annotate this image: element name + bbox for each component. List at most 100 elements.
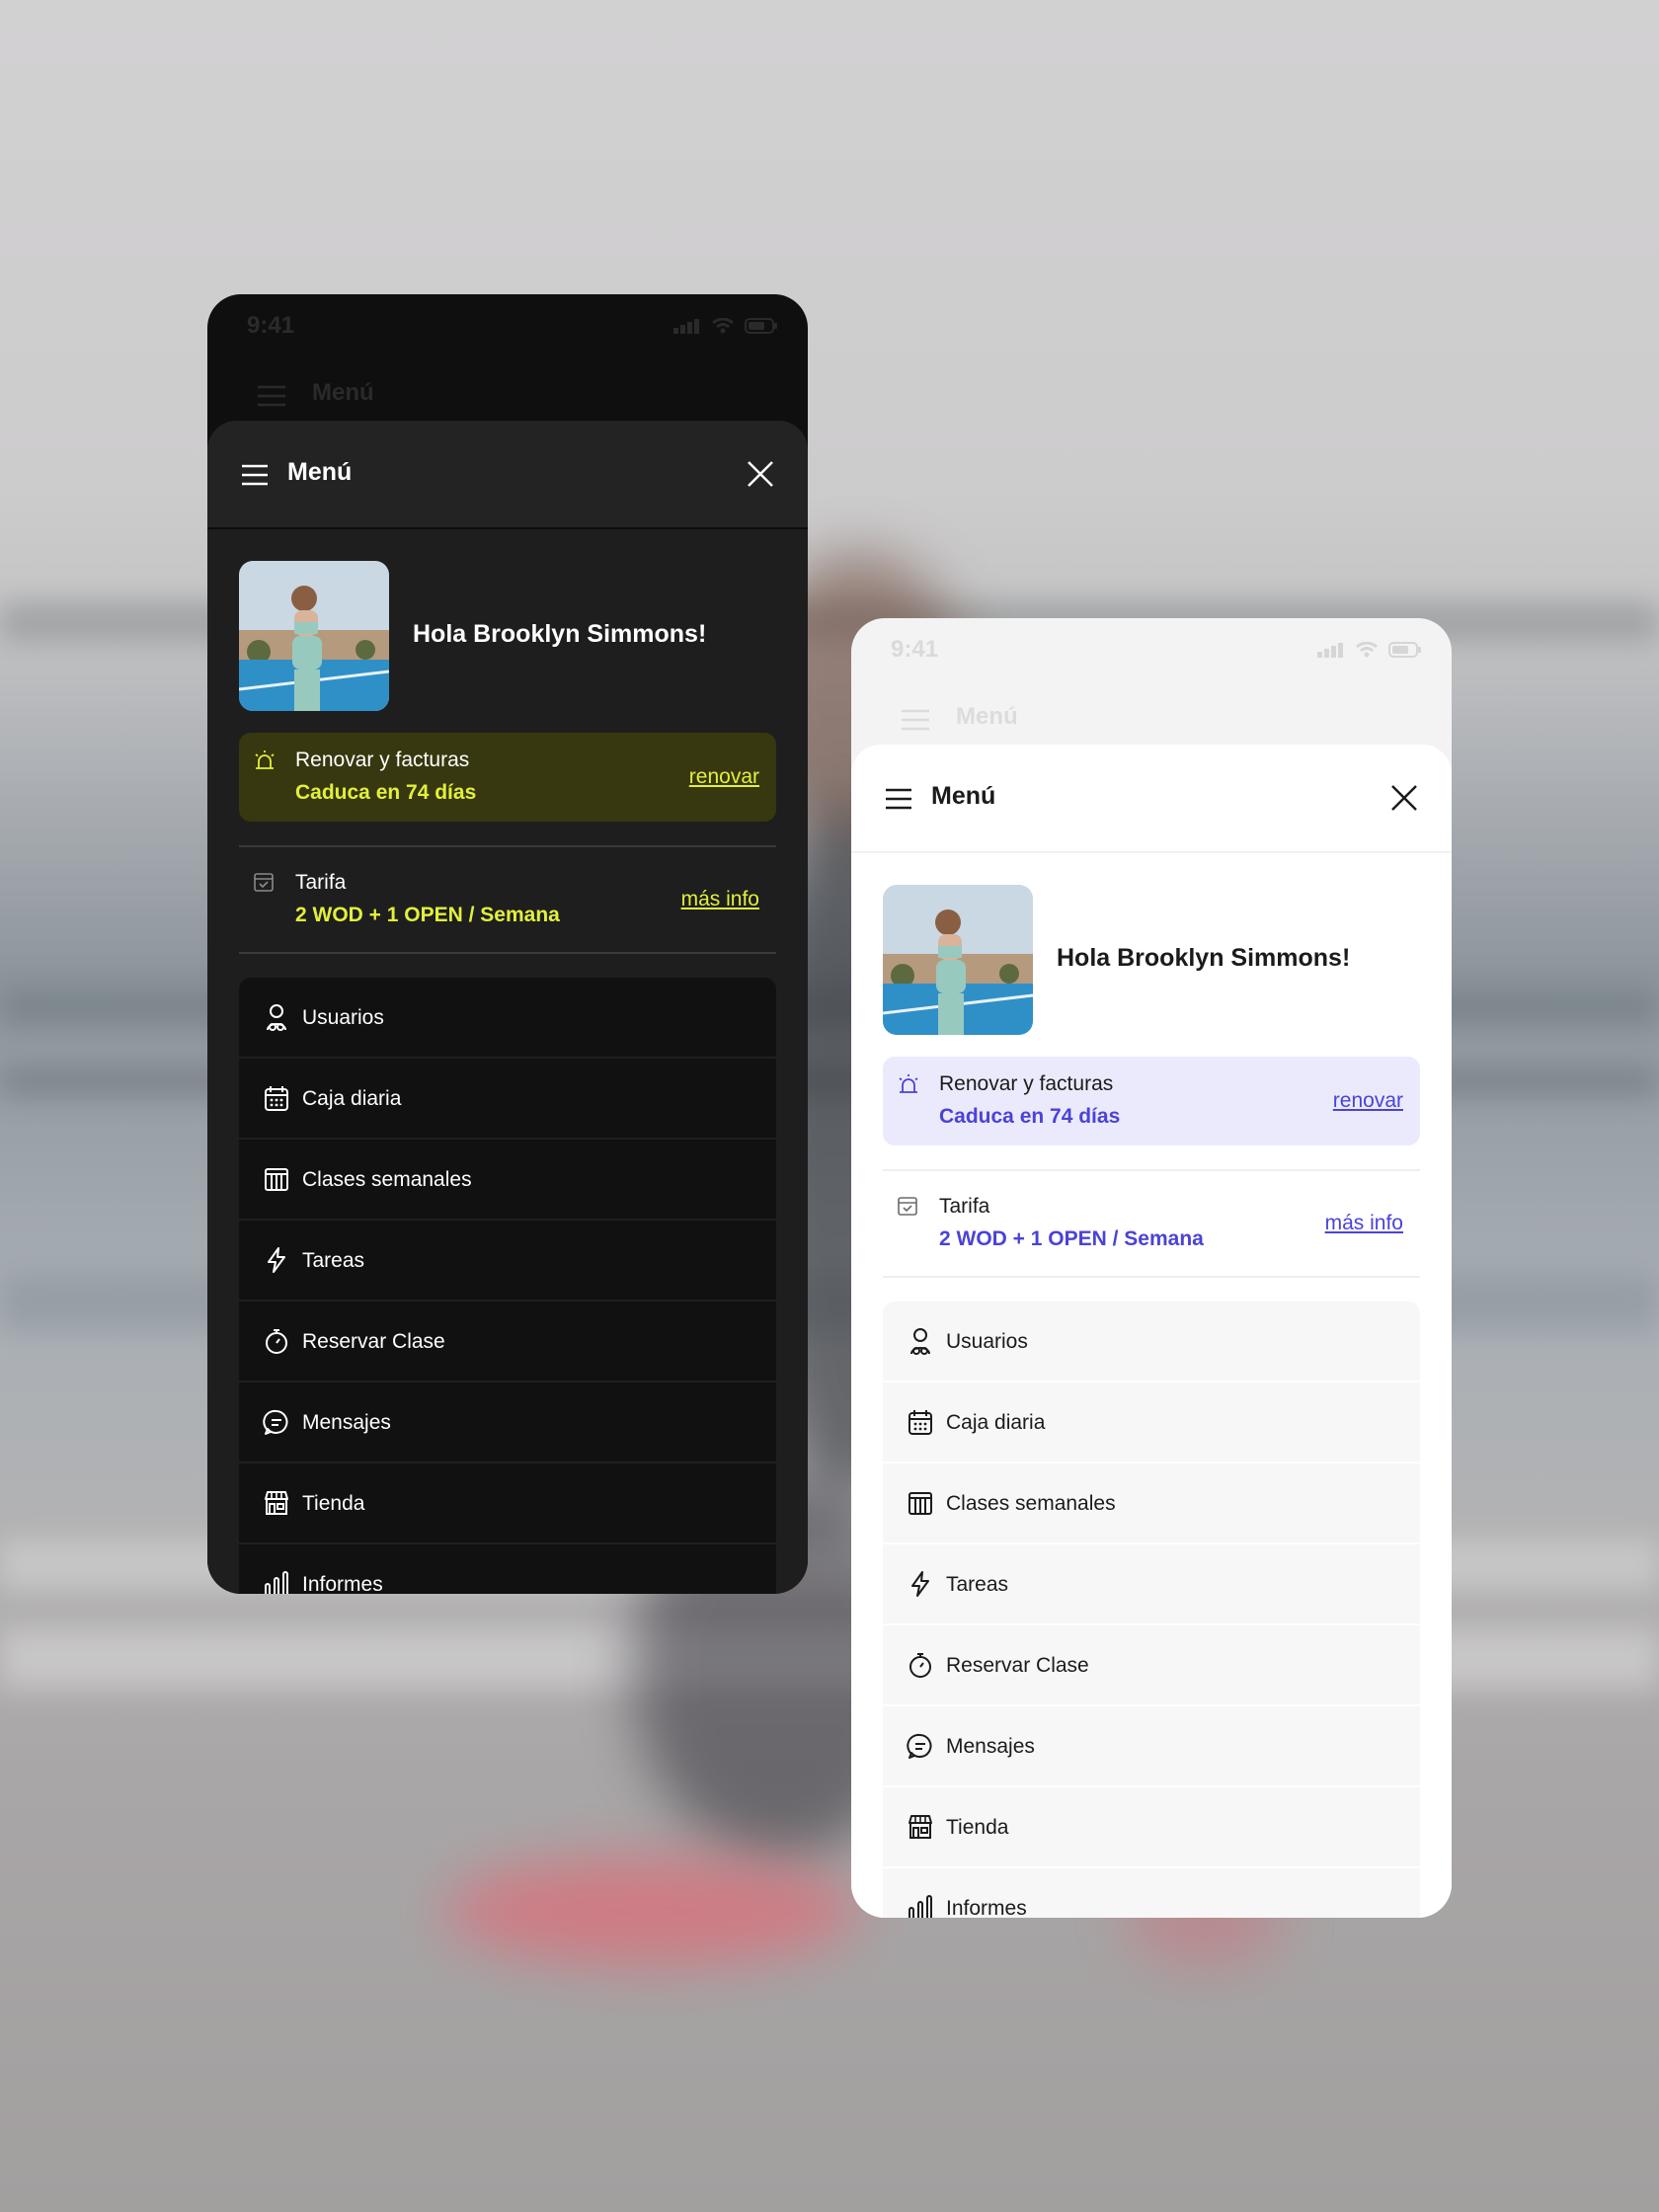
menu-title: Menú: [931, 782, 996, 810]
greeting: Hola Brooklyn Simmons!: [413, 620, 707, 648]
nav-label: Caja diaria: [946, 1411, 1046, 1434]
nav-label: Tienda: [946, 1816, 1009, 1839]
close-icon[interactable]: [747, 460, 774, 488]
nav-list: Usuarios Caja diaria Clases semanales Ta…: [239, 978, 776, 1594]
battery-icon: [1388, 642, 1421, 658]
status-bar: 9:41: [851, 618, 1452, 683]
menu-sheet: Menú Hola Brooklyn Simmons! Renovar y fa…: [207, 421, 808, 1594]
divider: [883, 1169, 1420, 1171]
calendar-columns-icon: [265, 1168, 288, 1191]
background-title: Menú: [312, 379, 374, 406]
user-icon: [910, 1328, 930, 1355]
background-header: Menú: [851, 693, 1452, 743]
close-icon[interactable]: [1390, 784, 1418, 812]
calendar-columns-icon: [908, 1492, 932, 1515]
background-title: Menú: [956, 703, 1018, 730]
stopwatch-icon: [266, 1329, 287, 1354]
tariff-row: Tarifa 2 WOD + 1 OPEN / Semana más info: [883, 1179, 1420, 1268]
nav-item-caja-diaria[interactable]: Caja diaria: [239, 1059, 776, 1140]
lightning-icon: [268, 1247, 285, 1273]
dark-phone-screen: 9:41 Menú Menú Hola Brooklyn Simmons! Re…: [207, 294, 808, 1594]
background-header: Menú: [207, 369, 808, 419]
divider: [239, 845, 776, 847]
stopwatch-icon: [909, 1653, 931, 1678]
calendar-check-icon: [254, 873, 274, 892]
avatar[interactable]: [883, 885, 1033, 1035]
nav-label: Caja diaria: [302, 1087, 402, 1110]
wifi-icon: [1356, 642, 1378, 658]
nav-label: Reservar Clase: [302, 1330, 445, 1353]
status-time: 9:41: [891, 636, 939, 663]
calendar-check-icon: [898, 1197, 917, 1216]
menu-title: Menú: [287, 458, 353, 486]
sheet-header: Menú: [851, 745, 1452, 853]
nav-label: Reservar Clase: [946, 1654, 1089, 1677]
nav-item-clases-semanales[interactable]: Clases semanales: [883, 1463, 1420, 1544]
battery-icon: [745, 318, 777, 334]
alert-expiry: Caduca en 74 días: [939, 1105, 1121, 1128]
nav-item-tienda[interactable]: Tienda: [883, 1787, 1420, 1868]
nav-item-informes[interactable]: Informes: [883, 1868, 1420, 1918]
nav-label: Usuarios: [946, 1330, 1028, 1353]
divider: [239, 952, 776, 954]
nav-item-clases-semanales[interactable]: Clases semanales: [239, 1140, 776, 1221]
alert-expiry: Caduca en 74 días: [295, 781, 477, 804]
bar-chart-icon: [908, 1895, 932, 1918]
alert-title: Renovar y facturas: [939, 1072, 1114, 1095]
nav-item-informes[interactable]: Informes: [239, 1544, 776, 1594]
more-info-link[interactable]: más info: [1325, 1212, 1403, 1235]
nav-label: Clases semanales: [946, 1492, 1116, 1515]
hamburger-icon: [258, 385, 285, 407]
avatar[interactable]: [239, 561, 389, 711]
light-phone-screen: 9:41 Menú Menú Hola Brooklyn Simmons! Re…: [851, 618, 1452, 1918]
renewal-alert: Renovar y facturas Caduca en 74 días ren…: [239, 733, 776, 822]
user-icon: [267, 1004, 286, 1031]
cash-register-icon: [265, 1086, 288, 1111]
nav-label: Tareas: [946, 1573, 1009, 1596]
nav-item-tienda[interactable]: Tienda: [239, 1463, 776, 1544]
status-bar: 9:41: [207, 294, 808, 359]
nav-label: Usuarios: [302, 1006, 384, 1029]
tariff-title: Tarifa: [295, 871, 347, 894]
siren-icon: [899, 1074, 918, 1093]
greeting: Hola Brooklyn Simmons!: [1057, 944, 1351, 972]
nav-list: Usuarios Caja diaria Clases semanales Ta…: [883, 1302, 1420, 1918]
nav-item-reservar-clase[interactable]: Reservar Clase: [239, 1302, 776, 1382]
renewal-alert: Renovar y facturas Caduca en 74 días ren…: [883, 1057, 1420, 1146]
tariff-value: 2 WOD + 1 OPEN / Semana: [295, 904, 560, 926]
store-icon: [265, 1491, 288, 1515]
wifi-icon: [712, 318, 734, 334]
store-icon: [908, 1815, 932, 1839]
profile-section: Hola Brooklyn Simmons!: [239, 561, 776, 711]
tariff-row: Tarifa 2 WOD + 1 OPEN / Semana más info: [239, 855, 776, 944]
lightning-icon: [911, 1571, 929, 1597]
status-time: 9:41: [247, 312, 295, 339]
chat-icon: [907, 1733, 932, 1759]
chat-icon: [263, 1409, 288, 1435]
nav-item-usuarios[interactable]: Usuarios: [239, 978, 776, 1059]
nav-label: Informes: [302, 1573, 383, 1594]
nav-label: Informes: [946, 1897, 1027, 1918]
renew-link[interactable]: renovar: [1333, 1089, 1403, 1113]
renew-link[interactable]: renovar: [689, 765, 759, 789]
hamburger-icon: [902, 709, 929, 731]
hamburger-icon: [886, 788, 911, 810]
cash-register-icon: [908, 1410, 932, 1435]
nav-item-caja-diaria[interactable]: Caja diaria: [883, 1382, 1420, 1463]
divider: [883, 1276, 1420, 1278]
sheet-header: Menú: [207, 421, 808, 529]
more-info-link[interactable]: más info: [681, 888, 759, 911]
nav-label: Tienda: [302, 1492, 365, 1515]
signal-icon: [1317, 643, 1343, 658]
tariff-title: Tarifa: [939, 1195, 990, 1218]
nav-item-usuarios[interactable]: Usuarios: [883, 1302, 1420, 1382]
nav-label: Mensajes: [302, 1411, 391, 1434]
nav-item-mensajes[interactable]: Mensajes: [239, 1382, 776, 1463]
tariff-value: 2 WOD + 1 OPEN / Semana: [939, 1227, 1204, 1250]
nav-item-mensajes[interactable]: Mensajes: [883, 1706, 1420, 1787]
profile-section: Hola Brooklyn Simmons!: [883, 885, 1420, 1035]
alert-title: Renovar y facturas: [295, 749, 470, 771]
nav-item-tareas[interactable]: Tareas: [883, 1544, 1420, 1625]
nav-item-reservar-clase[interactable]: Reservar Clase: [883, 1625, 1420, 1706]
nav-item-tareas[interactable]: Tareas: [239, 1221, 776, 1302]
